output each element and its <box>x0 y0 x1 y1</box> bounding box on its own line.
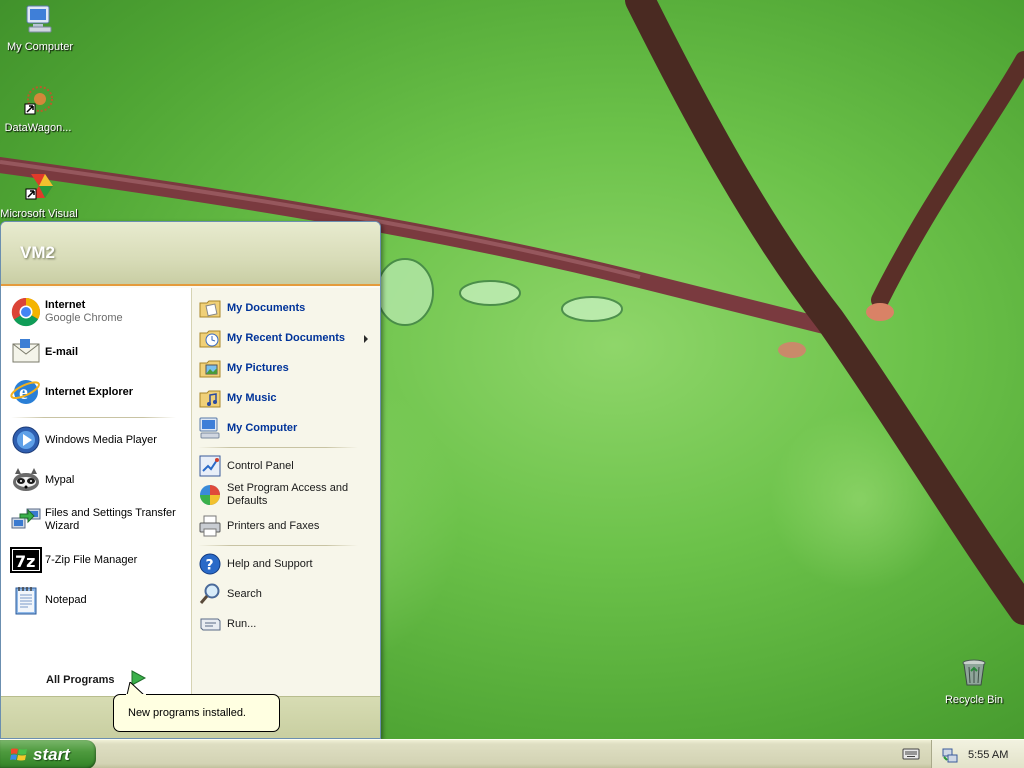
recent-label: 7-Zip File Manager <box>45 553 138 566</box>
start-menu-right-pane: My Documents My Recent Documents My Pict… <box>191 288 380 696</box>
menu-separator <box>198 447 358 448</box>
place-my-computer[interactable]: My Computer <box>198 416 378 440</box>
place-label: My Pictures <box>227 361 289 374</box>
recent-label-line1: Files and Settings Transfer <box>45 507 176 519</box>
pinned-title: Internet <box>45 299 86 311</box>
place-my-documents[interactable]: My Documents <box>198 296 378 320</box>
desktop-icon-recycle-bin[interactable]: Recycle Bin <box>934 656 1014 707</box>
email-icon <box>12 339 40 363</box>
pinned-item-email[interactable]: E-mail <box>10 336 185 368</box>
internet-explorer-icon: e <box>10 380 40 404</box>
printer-icon <box>199 515 221 537</box>
balloon-tail <box>126 682 146 696</box>
chrome-icon <box>11 297 40 327</box>
recent-label: Windows Media Player <box>45 433 157 446</box>
desktop-icon-my-computer[interactable]: My Computer <box>0 3 80 54</box>
computer-icon <box>199 417 220 439</box>
recent-label: Mypal <box>45 473 75 486</box>
pinned-subtitle: Google Chrome <box>45 312 123 324</box>
tool-run[interactable]: Run... <box>198 612 378 636</box>
tool-label: Run... <box>227 617 257 630</box>
svg-text:?: ? <box>206 558 214 574</box>
start-menu-left-pane: Internet Google Chrome E-mail e Internet … <box>1 288 191 729</box>
place-label: My Computer <box>227 421 298 434</box>
recent-documents-icon <box>199 330 221 348</box>
new-programs-balloon[interactable]: New programs installed. <box>113 694 280 732</box>
program-access-icon <box>200 485 220 505</box>
balloon-text: New programs installed. <box>128 707 246 719</box>
settings-label-line2: Defaults <box>227 495 268 507</box>
pinned-item-internet[interactable]: Internet Google Chrome <box>10 296 185 328</box>
recent-label: Notepad <box>45 593 87 606</box>
windows-logo-icon <box>10 748 27 760</box>
pinned-title: E-mail <box>45 345 79 358</box>
place-my-recent-documents[interactable]: My Recent Documents <box>198 326 378 350</box>
taskbar: start 5:55 AM <box>0 739 1024 768</box>
start-label: start <box>33 744 70 764</box>
settings-label: Control Panel <box>227 459 294 472</box>
mypal-icon <box>13 468 39 491</box>
menu-separator <box>198 545 358 546</box>
recycle-bin-icon <box>962 659 986 686</box>
desktop-icon-visual-studio[interactable]: Microsoft Visual <box>0 170 79 221</box>
place-label: My Documents <box>227 301 306 314</box>
desktop-icon-datawagon[interactable]: DataWagon... <box>0 84 78 135</box>
keyboard-icon[interactable] <box>902 746 920 762</box>
transfer-wizard-icon <box>11 508 41 529</box>
recent-label-line2: Wizard <box>45 520 80 532</box>
settings-control-panel[interactable]: Control Panel <box>198 454 378 478</box>
recent-item-notepad[interactable]: Notepad <box>10 584 185 616</box>
clock[interactable]: 5:55 AM <box>968 749 1008 761</box>
place-label: My Recent Documents <box>227 331 345 344</box>
tool-search[interactable]: Search <box>198 582 378 606</box>
start-menu: VM2 Internet Google Chrome E-mail e Inte… <box>0 221 381 739</box>
place-my-music[interactable]: My Music <box>198 386 378 410</box>
start-menu-header: VM2 <box>1 222 380 286</box>
folder-pictures-icon <box>199 360 221 378</box>
submenu-arrow-icon <box>364 335 368 343</box>
my-computer-icon <box>26 5 52 33</box>
7zip-icon: 7z <box>10 547 42 573</box>
settings-label: Printers and Faxes <box>227 519 320 532</box>
recent-item-7zip[interactable]: 7z 7-Zip File Manager <box>10 544 185 576</box>
settings-label-line1: Set Program Access and <box>227 482 349 494</box>
settings-printers-faxes[interactable]: Printers and Faxes <box>198 514 378 538</box>
place-label: My Music <box>227 391 277 404</box>
control-panel-icon <box>199 455 221 477</box>
folder-music-icon <box>199 390 221 408</box>
run-icon <box>200 618 221 631</box>
pinned-title: Internet Explorer <box>45 385 134 398</box>
tool-help-support[interactable]: ? Help and Support <box>198 552 378 576</box>
all-programs-button[interactable]: All Programs <box>46 674 114 686</box>
search-icon <box>199 583 220 604</box>
tool-label: Help and Support <box>227 557 313 570</box>
notepad-icon <box>15 587 37 615</box>
visual-studio-icon <box>25 174 53 200</box>
network-icon[interactable] <box>942 747 958 763</box>
recent-item-media-player[interactable]: Windows Media Player <box>10 424 185 456</box>
svg-text:7z: 7z <box>15 552 35 571</box>
system-tray: 5:55 AM <box>931 740 1024 768</box>
datawagon-icon <box>24 86 53 115</box>
menu-separator <box>11 417 176 418</box>
place-my-pictures[interactable]: My Pictures <box>198 356 378 380</box>
settings-program-access[interactable]: Set Program Access and Defaults <box>198 482 378 508</box>
media-player-icon <box>12 426 40 454</box>
recent-item-transfer-wizard[interactable]: Files and Settings Transfer Wizard <box>10 504 185 536</box>
folder-documents-icon <box>199 300 221 318</box>
help-icon: ? <box>199 553 221 575</box>
pinned-item-internet-explorer[interactable]: e Internet Explorer <box>10 376 185 408</box>
tool-label: Search <box>227 587 262 600</box>
recent-item-mypal[interactable]: Mypal <box>10 464 185 496</box>
user-name: VM2 <box>20 243 55 262</box>
start-button[interactable]: start <box>0 740 96 768</box>
